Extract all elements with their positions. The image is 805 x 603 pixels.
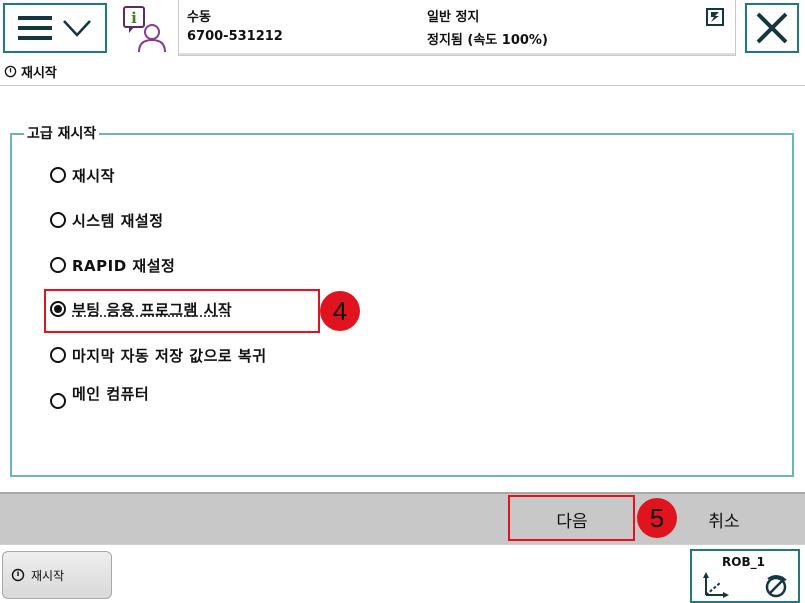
option-label: 재시작	[72, 166, 115, 185]
option-label: RAPID 재설정	[72, 256, 176, 275]
main-menu-button[interactable]	[3, 3, 107, 53]
system-state: 일반 정지	[427, 10, 480, 25]
option-system-reset[interactable]: 시스템 재설정	[50, 209, 164, 231]
svg-text:i: i	[131, 9, 137, 27]
quickset-robot-button[interactable]: ROB_1	[690, 549, 800, 603]
close-button[interactable]	[745, 3, 799, 53]
coordinate-axes-icon	[703, 572, 729, 598]
task-bar: 재시작 ROB_1	[0, 544, 805, 603]
option-label: 메인 컴퓨터	[72, 384, 150, 403]
radio-rapid-reset[interactable]	[50, 257, 66, 273]
event-log-button[interactable]: i	[118, 4, 170, 54]
power-icon	[11, 568, 25, 582]
callout-highlight-boot-option	[44, 289, 320, 333]
status-panel[interactable]: 수동 6700-531212 일반 정지 정지됨 (속도 100%)	[178, 0, 736, 56]
page-title-row: 재시작	[0, 58, 805, 86]
option-rapid-reset[interactable]: RAPID 재설정	[50, 254, 175, 276]
operating-mode: 수동	[187, 10, 211, 25]
stop-status-icon	[706, 8, 724, 26]
callout-step-5: 5	[637, 498, 677, 538]
callout-step-4: 4	[320, 291, 360, 331]
close-icon	[756, 12, 788, 44]
radio-revert-last-autosave[interactable]	[50, 347, 66, 363]
callout-highlight-next-button	[508, 495, 635, 541]
option-revert-last-autosave[interactable]: 마지막 자동 저장 값으로 복귀	[50, 344, 267, 366]
chevron-down-icon	[63, 20, 91, 37]
speed-status: 정지됨 (속도 100%)	[427, 33, 548, 48]
page-title: 재시작	[21, 66, 57, 81]
radio-restart[interactable]	[50, 167, 66, 183]
taskbar-restart-button[interactable]: 재시작	[2, 551, 112, 599]
radio-main-computer[interactable]	[50, 393, 66, 409]
option-main-computer[interactable]: 메인 컴퓨터	[50, 385, 149, 412]
jog-lock-icon	[765, 575, 787, 598]
robot-name: ROB_1	[722, 555, 765, 569]
power-icon	[4, 65, 17, 78]
option-label: 마지막 자동 저장 값으로 복귀	[72, 346, 267, 365]
radio-system-reset[interactable]	[50, 212, 66, 228]
hamburger-icon	[18, 16, 52, 40]
controller-id: 6700-531212	[187, 29, 283, 44]
cancel-button[interactable]: 취소	[672, 494, 776, 544]
operator-info-icon: i	[123, 6, 166, 53]
group-title: 고급 재시작	[24, 123, 100, 143]
option-label: 시스템 재설정	[72, 211, 164, 230]
taskbar-restart-label: 재시작	[31, 568, 65, 583]
top-bar: i 수동 6700-531212 일반 정지 정지됨 (속도 100%)	[0, 0, 805, 58]
option-restart[interactable]: 재시작	[50, 164, 115, 186]
action-bar: 다음 취소	[0, 492, 805, 544]
